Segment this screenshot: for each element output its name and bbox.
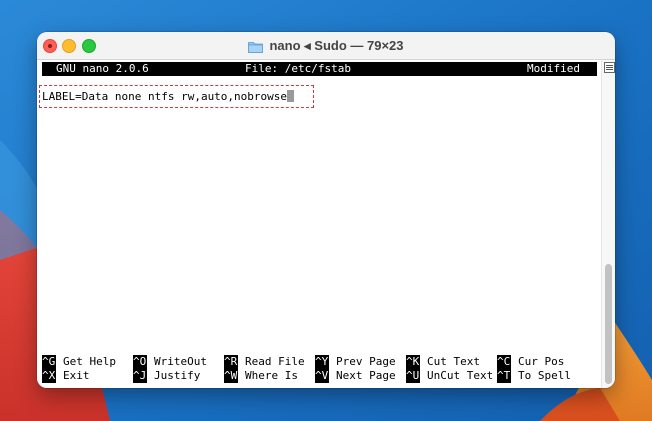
folder-icon: [248, 40, 264, 53]
shortcut-justify: ^J Justify: [133, 369, 200, 383]
shortcut-label: Justify: [154, 369, 201, 382]
shortcut-key: ^O: [133, 355, 147, 369]
shortcut-uncut-text: ^U UnCut Text: [406, 369, 493, 383]
shortcut-where-is: ^W Where Is: [224, 369, 298, 383]
shortcut-read-file: ^R Read File: [224, 355, 305, 369]
shortcut-key: ^U: [406, 369, 420, 383]
shortcut-key: ^K: [406, 355, 420, 369]
shortcut-key: ^X: [42, 369, 56, 383]
shortcut-label: WriteOut: [154, 355, 207, 368]
shortcut-cur-pos: ^C Cur Pos: [497, 355, 564, 369]
shortcut-key: ^J: [133, 369, 147, 383]
terminal-content[interactable]: GNU nano 2.0.6 File: /etc/fstab Modified…: [37, 60, 601, 388]
scrollbar-menu-icon[interactable]: [604, 62, 615, 73]
shortcut-get-help: ^G Get Help: [42, 355, 116, 369]
shortcut-label: Where Is: [245, 369, 298, 382]
shortcut-key: ^C: [497, 355, 511, 369]
shortcut-key: ^R: [224, 355, 238, 369]
vertical-scrollbar[interactable]: [601, 60, 615, 388]
text-cursor: [287, 90, 295, 102]
editor-line[interactable]: LABEL=Data none ntfs rw,auto,nobrowse: [42, 90, 295, 104]
nano-file-name: File: /etc/fstab: [245, 62, 351, 75]
shortcut-label: Cur Pos: [518, 355, 565, 368]
shortcut-exit: ^X Exit: [42, 369, 90, 383]
nano-shortcut-bar: ^G Get Help ^O WriteOut ^R Read File ^Y Prev…: [42, 355, 597, 385]
shortcut-label: Get Help: [63, 355, 116, 368]
shortcut-to-spell: ^T To Spell: [497, 369, 571, 383]
shortcut-key: ^T: [497, 369, 511, 383]
shortcut-label: Prev Page: [336, 355, 396, 368]
shortcut-label: To Spell: [518, 369, 571, 382]
shortcut-label: Exit: [63, 369, 90, 382]
shortcut-key: ^Y: [315, 355, 329, 369]
shortcut-label: Read File: [245, 355, 305, 368]
shortcut-next-page: ^V Next Page: [315, 369, 396, 383]
shortcut-prev-page: ^Y Prev Page: [315, 355, 396, 369]
title-bar[interactable]: nano ◂ Sudo — 79×23: [37, 32, 615, 60]
shortcut-writeout: ^O WriteOut: [133, 355, 207, 369]
shortcut-label: Cut Text: [427, 355, 480, 368]
window-title-area: nano ◂ Sudo — 79×23: [37, 32, 615, 59]
editor-line-text: LABEL=Data none ntfs rw,auto,nobrowse: [42, 90, 288, 103]
shortcut-key: ^V: [315, 369, 329, 383]
terminal-window: nano ◂ Sudo — 79×23 GNU nano 2.0.6 File:…: [37, 32, 615, 388]
shortcut-key: ^W: [224, 369, 238, 383]
nano-header-bar: GNU nano 2.0.6 File: /etc/fstab Modified: [42, 62, 597, 76]
shortcut-label: UnCut Text: [427, 369, 494, 382]
nano-modified-status: Modified: [527, 62, 580, 75]
shortcut-label: Next Page: [336, 369, 396, 382]
window-title: nano ◂ Sudo — 79×23: [269, 37, 404, 53]
shortcut-cut-text: ^K Cut Text: [406, 355, 480, 369]
scrollbar-thumb[interactable]: [605, 264, 612, 384]
nano-version: GNU nano 2.0.6: [56, 62, 149, 75]
shortcut-key: ^G: [42, 355, 56, 369]
